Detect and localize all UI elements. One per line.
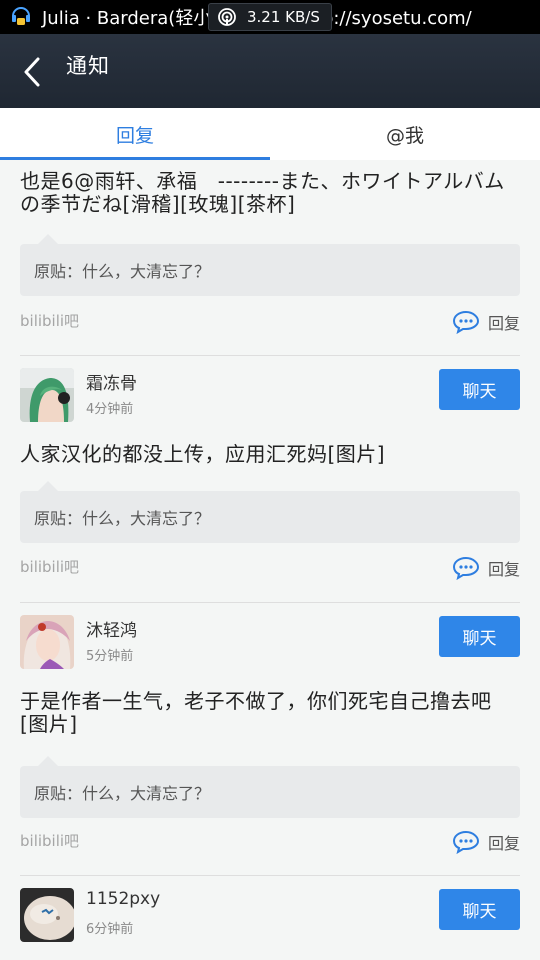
- reply-button[interactable]: 回复: [452, 310, 520, 334]
- reply-label: 回复: [487, 560, 520, 579]
- comment-icon: [452, 556, 479, 580]
- user-name[interactable]: 霜冻骨: [86, 369, 137, 394]
- forum-name[interactable]: bilibili吧: [20, 310, 79, 331]
- list-item: 沐轻鸿 5分钟前 聊天 于是作者一生气，老子不做了，你们死宅自己撸去吧[图片] …: [20, 615, 520, 877]
- chat-button[interactable]: 聊天: [439, 369, 520, 410]
- user-name[interactable]: 1152pxy: [86, 889, 160, 909]
- chat-button[interactable]: 聊天: [439, 616, 520, 657]
- net-speed-value: 3.21 KB/S: [247, 8, 320, 26]
- reply-label: 回复: [487, 834, 520, 853]
- original-post-quote[interactable]: 原贴：什么，大清忘了？: [20, 756, 520, 818]
- tab-replies[interactable]: 回复: [0, 108, 270, 161]
- quote-text: 原贴：什么，大清忘了？: [34, 262, 211, 281]
- forum-name[interactable]: bilibili吧: [20, 830, 79, 851]
- original-post-quote[interactable]: 原贴：什么，大清忘了？: [20, 234, 520, 296]
- back-button[interactable]: [14, 52, 50, 92]
- user-row: 1152pxy 6分钟前 聊天: [20, 888, 520, 944]
- network-speed-overlay: 3.21 KB/S: [208, 3, 332, 31]
- quote-text: 原贴：什么，大清忘了？: [34, 509, 211, 528]
- reply-content: 人家汉化的都没上传，应用汇死妈[图片]: [20, 442, 386, 466]
- avatar-image: [20, 368, 74, 422]
- notification-tabs: 回复 @我: [0, 108, 540, 161]
- back-arrow-icon: [24, 57, 40, 87]
- avatar-image: [20, 615, 74, 669]
- user-row: 沐轻鸿 5分钟前 聊天: [20, 615, 520, 671]
- post-time: 6分钟前: [86, 922, 134, 937]
- divider: [20, 602, 520, 603]
- user-row: 霜冻骨 4分钟前 聊天: [20, 368, 520, 424]
- notification-feed: 也是6@雨轩、承福 --------また、ホワイトアルバムの季节だね[滑稽][玫…: [0, 160, 540, 960]
- chat-button[interactable]: 聊天: [439, 889, 520, 930]
- avatar-image: [20, 888, 74, 942]
- app-header: 通知: [0, 34, 540, 108]
- comment-icon: [452, 310, 479, 334]
- forum-name[interactable]: bilibili吧: [20, 556, 79, 577]
- quote-text: 原贴：什么，大清忘了？: [34, 784, 211, 803]
- chat-label: 聊天: [462, 382, 497, 402]
- reply-button[interactable]: 回复: [452, 830, 520, 854]
- tieba-notification-icon: [8, 4, 34, 30]
- reply-content: 也是6@雨轩、承福 --------また、ホワイトアルバムの季节だね[滑稽][玫…: [20, 169, 505, 216]
- post-time: 5分钟前: [86, 649, 134, 664]
- divider: [20, 875, 520, 876]
- original-post-quote[interactable]: 原贴：什么，大清忘了？: [20, 481, 520, 543]
- reply-content: 于是作者一生气，老子不做了，你们死宅自己撸去吧[图片]: [20, 689, 492, 736]
- post-time: 4分钟前: [86, 402, 134, 417]
- list-item: 也是6@雨轩、承福 --------また、ホワイトアルバムの季节だね[滑稽][玫…: [20, 168, 520, 348]
- hotspot-icon: [218, 8, 236, 26]
- user-name[interactable]: 沐轻鸿: [86, 616, 137, 641]
- list-item: 霜冻骨 4分钟前 聊天 人家汉化的都没上传，应用汇死妈[图片] 原贴：什么，大清…: [20, 368, 520, 600]
- reply-label: 回复: [487, 314, 520, 333]
- divider: [20, 355, 520, 356]
- page-title: 通知: [66, 54, 110, 78]
- avatar[interactable]: [20, 615, 74, 669]
- avatar[interactable]: [20, 368, 74, 422]
- tab-replies-label: 回复: [115, 124, 154, 147]
- reply-button[interactable]: 回复: [452, 556, 520, 580]
- tab-mentions[interactable]: @我: [270, 108, 540, 160]
- list-item: 1152pxy 6分钟前 聊天: [20, 888, 520, 960]
- chat-label: 聊天: [462, 902, 497, 922]
- comment-icon: [452, 830, 479, 854]
- avatar[interactable]: [20, 888, 74, 942]
- chat-label: 聊天: [462, 629, 497, 649]
- tab-mentions-label: @我: [385, 124, 424, 147]
